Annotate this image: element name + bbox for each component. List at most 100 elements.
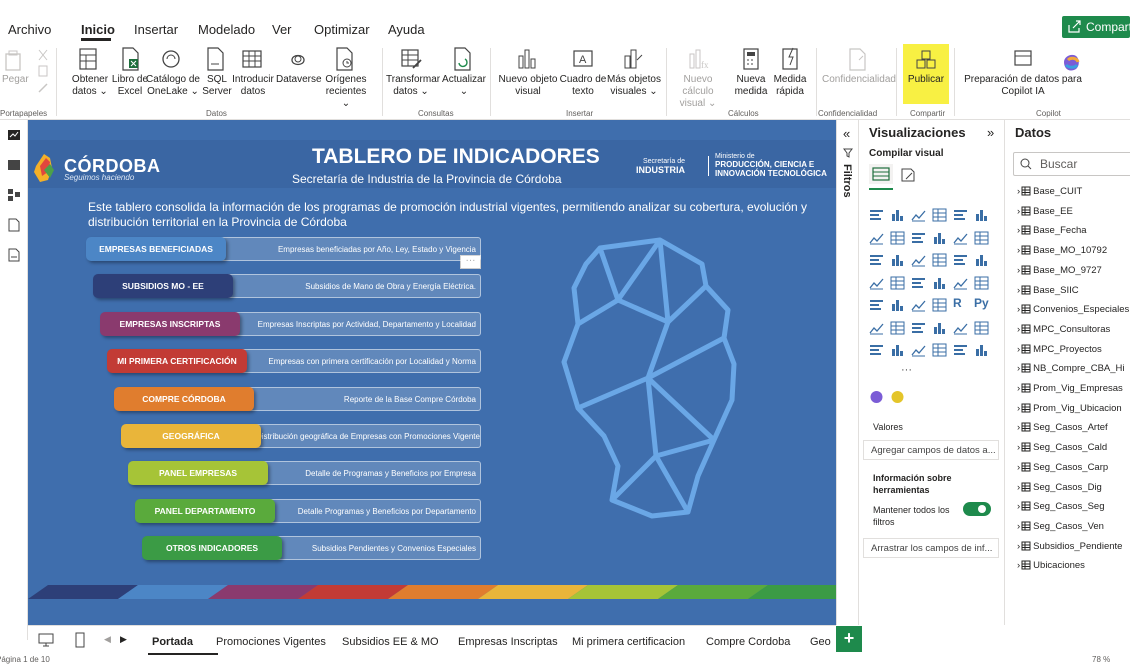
table-item[interactable]: › MPC_Consultoras	[1017, 322, 1110, 335]
visual-type-icon[interactable]	[911, 231, 926, 245]
onelake-button[interactable]: Catálogo de OneLake ⌄	[144, 46, 200, 98]
visual-type-icon[interactable]	[974, 231, 989, 245]
python-visual-icon[interactable]: Py	[974, 296, 989, 310]
table-item[interactable]: › Convenios_Especiales	[1017, 302, 1129, 315]
table-item[interactable]: › Prom_Vig_Ubicacion	[1017, 401, 1122, 414]
visual-type-icon[interactable]	[911, 298, 926, 312]
visual-type-icon[interactable]	[974, 321, 989, 335]
desktop-layout-icon[interactable]	[38, 633, 54, 647]
visual-type-icon[interactable]	[890, 208, 905, 222]
zoom-level[interactable]: 78 %	[1092, 655, 1110, 664]
build-visual-tab[interactable]	[869, 164, 893, 184]
data-search-input[interactable]: Buscar	[1013, 152, 1130, 176]
visual-type-icon[interactable]	[953, 231, 968, 245]
transform-data-button[interactable]: Transformar datos ⌄	[386, 46, 440, 98]
visual-type-icon[interactable]	[890, 231, 905, 245]
nav-button-6[interactable]: GEOGRÁFICA	[121, 424, 261, 448]
power-apps-icon[interactable]	[890, 390, 905, 404]
nav-button-5[interactable]: COMPRE CÓRDOBA	[114, 386, 254, 411]
tab-compre-cordoba[interactable]: Compre Cordoba	[706, 636, 790, 648]
drillthrough-drop-zone[interactable]: Arrastrar los campos de inf...	[863, 538, 999, 558]
paste-button[interactable]: Pegar	[2, 46, 29, 86]
visual-type-icon[interactable]	[890, 276, 905, 290]
visual-type-icon[interactable]	[911, 253, 926, 267]
visual-type-icon[interactable]	[932, 231, 947, 245]
nav-button-1[interactable]: EMPRESAS BENEFICIADAS	[86, 237, 226, 261]
visual-type-icon[interactable]	[974, 253, 989, 267]
visual-type-icon[interactable]	[974, 343, 989, 357]
values-drop-zone[interactable]: Agregar campos de datos a...	[863, 440, 999, 460]
enter-data-button[interactable]: Introducir datos	[230, 46, 274, 98]
mobile-layout-icon[interactable]	[74, 632, 86, 648]
more-visuals-button[interactable]: Más objetos visuales ⌄	[606, 46, 661, 98]
format-visual-icon[interactable]	[899, 166, 917, 184]
tab-next-icon[interactable]: ▶	[120, 634, 127, 645]
tab-geo[interactable]: Geo	[810, 636, 834, 648]
new-visual-button[interactable]: Nuevo objeto visual	[498, 46, 557, 98]
table-item[interactable]: › Seg_Casos_Seg	[1017, 499, 1104, 512]
table-item[interactable]: › Base_SIIC	[1017, 283, 1079, 296]
table-item[interactable]: › Base_EE	[1017, 204, 1073, 217]
nav-button-2[interactable]: SUBSIDIOS MO - EE	[93, 274, 233, 299]
menu-insertar[interactable]: Insertar	[134, 22, 178, 37]
new-measure-button[interactable]: Nueva medida	[734, 46, 768, 98]
tmdl-view-icon[interactable]	[6, 248, 22, 262]
quick-measure-button[interactable]: Medida rápida	[770, 46, 810, 98]
visual-type-icon[interactable]	[953, 253, 968, 267]
dax-query-view-icon[interactable]	[6, 218, 22, 232]
visual-type-icon[interactable]	[911, 208, 926, 222]
visual-type-icon[interactable]	[932, 276, 947, 290]
menu-optimizar[interactable]: Optimizar	[314, 22, 370, 37]
table-view-icon[interactable]	[6, 158, 22, 172]
menu-inicio[interactable]: Inicio	[81, 22, 115, 37]
menu-archivo[interactable]: Archivo	[8, 22, 51, 37]
r-visual-icon[interactable]: R	[953, 296, 962, 310]
menu-ayuda[interactable]: Ayuda	[388, 22, 425, 37]
menu-modelado[interactable]: Modelado	[198, 22, 255, 37]
recent-sources-button[interactable]: Orígenes recientes ⌄	[322, 46, 367, 110]
menu-ver[interactable]: Ver	[272, 22, 292, 37]
table-item[interactable]: › Base_CUIT	[1017, 184, 1082, 197]
publish-button[interactable]: Publicar	[904, 46, 948, 86]
nav-button-9[interactable]: OTROS INDICADORES	[142, 536, 282, 561]
nav-button-4[interactable]: MI PRIMERA CERTIFICACIÓN	[107, 349, 247, 374]
visual-type-icon[interactable]	[953, 276, 968, 290]
tab-subsidios[interactable]: Subsidios EE & MO	[342, 636, 439, 648]
visual-type-icon[interactable]	[974, 208, 989, 222]
visual-type-icon[interactable]	[953, 343, 968, 357]
sensitivity-button[interactable]: Confidencialidad	[822, 46, 896, 86]
visual-type-icon[interactable]	[869, 253, 884, 267]
table-item[interactable]: › Seg_Casos_Dig	[1017, 480, 1102, 493]
smart-narrative-icon[interactable]	[869, 390, 884, 404]
visual-type-icon[interactable]	[869, 321, 884, 335]
table-item[interactable]: › Seg_Casos_Ven	[1017, 519, 1104, 532]
visual-type-icon[interactable]	[953, 208, 968, 222]
visual-type-icon[interactable]	[932, 253, 947, 267]
copilot-icon[interactable]	[1060, 50, 1084, 74]
filters-label[interactable]: Filtros	[841, 164, 853, 198]
more-visuals-icon[interactable]: ···	[901, 364, 912, 376]
report-view-icon[interactable]	[6, 128, 22, 142]
visual-type-icon[interactable]	[890, 298, 905, 312]
visual-type-icon[interactable]	[890, 253, 905, 267]
model-view-icon[interactable]	[6, 188, 22, 202]
table-item[interactable]: › Seg_Casos_Carp	[1017, 460, 1108, 473]
cut-copy-icons[interactable]	[36, 48, 50, 96]
table-item[interactable]: › Seg_Casos_Cald	[1017, 440, 1107, 453]
keep-filters-toggle[interactable]	[963, 502, 991, 516]
dataverse-button[interactable]: Dataverse	[276, 46, 322, 86]
table-item[interactable]: › Base_Fecha	[1017, 223, 1087, 236]
visual-type-icon[interactable]	[932, 321, 947, 335]
table-item[interactable]: › Base_MO_10792	[1017, 243, 1107, 256]
share-button[interactable]: Compartir	[1062, 16, 1130, 38]
add-page-button[interactable]: +	[836, 626, 862, 652]
expand-icon[interactable]: »	[987, 125, 994, 140]
new-calc-button[interactable]: fx Nuevo cálculo visual ⌄	[672, 46, 724, 110]
visual-type-icon[interactable]	[932, 343, 947, 357]
tab-prev-icon[interactable]: ◀	[104, 634, 111, 645]
visual-type-icon[interactable]	[932, 208, 947, 222]
visual-type-icon[interactable]	[890, 321, 905, 335]
get-data-button[interactable]: Obtener datos ⌄	[66, 46, 110, 98]
collapse-icon[interactable]: «	[843, 126, 850, 141]
visual-type-icon[interactable]	[974, 276, 989, 290]
